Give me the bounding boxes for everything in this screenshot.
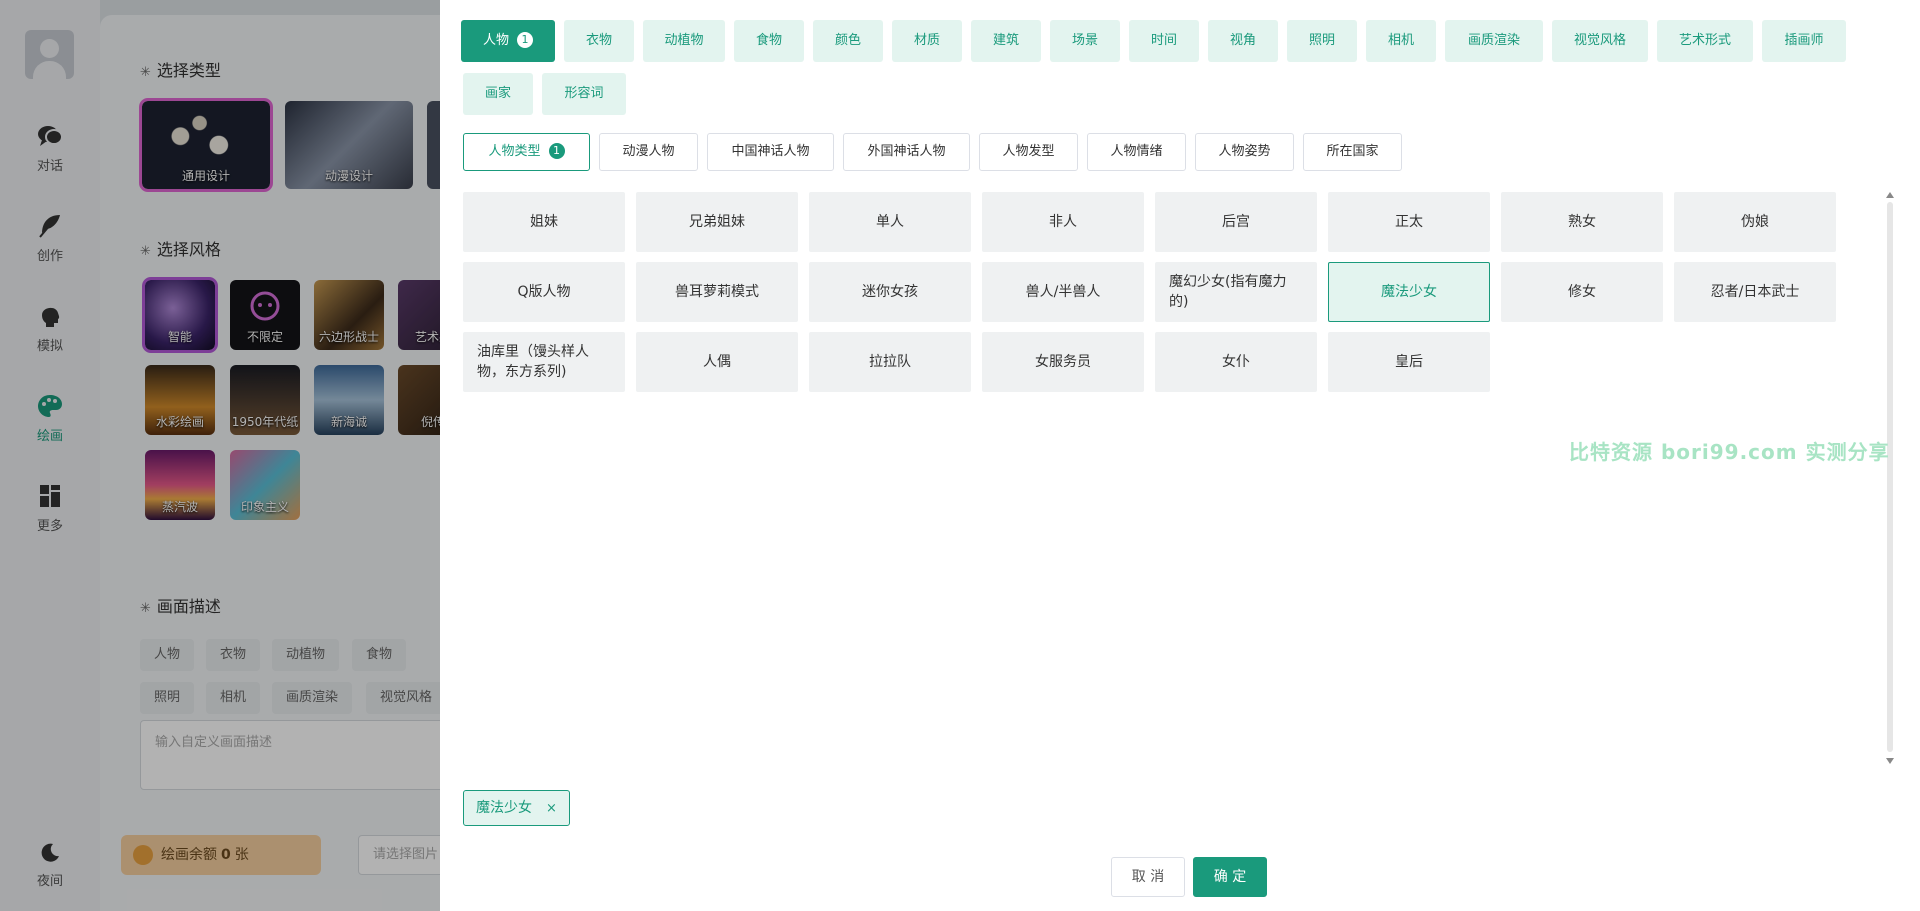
option-item[interactable]: 后宫 bbox=[1155, 192, 1317, 252]
option-item[interactable]: 女服务员 bbox=[982, 332, 1144, 392]
scroll-up-arrow-icon[interactable] bbox=[1886, 192, 1894, 198]
option-item[interactable]: 修女 bbox=[1501, 262, 1663, 322]
option-item[interactable]: 熟女 bbox=[1501, 192, 1663, 252]
category-tab[interactable]: 视觉风格 bbox=[1552, 20, 1648, 62]
scrollbar[interactable] bbox=[1886, 192, 1894, 764]
category-tab[interactable]: 视角 bbox=[1208, 20, 1278, 62]
option-item[interactable]: 魔幻少女(指有魔力的) bbox=[1155, 262, 1317, 322]
category-tab[interactable]: 照明 bbox=[1287, 20, 1357, 62]
option-item[interactable]: 正太 bbox=[1328, 192, 1490, 252]
subcategory-tab[interactable]: 人物情绪 bbox=[1087, 133, 1186, 171]
count-badge: 1 bbox=[517, 32, 533, 48]
subcategory-tab[interactable]: 外国神话人物 bbox=[843, 133, 970, 171]
option-item[interactable]: 单人 bbox=[809, 192, 971, 252]
option-item[interactable]: 人偶 bbox=[636, 332, 798, 392]
confirm-button[interactable]: 确 定 bbox=[1193, 857, 1267, 897]
option-item[interactable]: 姐妹 bbox=[463, 192, 625, 252]
option-item[interactable]: 伪娘 bbox=[1674, 192, 1836, 252]
category-tab[interactable]: 插画师 bbox=[1762, 20, 1846, 62]
selected-tag-label: 魔法少女 bbox=[476, 800, 532, 816]
option-item-selected[interactable]: 魔法少女 bbox=[1328, 262, 1490, 322]
watermark: 比特资源 bori99.com 实测分享 bbox=[1569, 440, 1890, 464]
option-item[interactable]: 拉拉队 bbox=[809, 332, 971, 392]
option-item[interactable]: 忍者/日本武士 bbox=[1674, 262, 1836, 322]
subcategory-tab[interactable]: 人物发型 bbox=[979, 133, 1078, 171]
option-item[interactable]: 皇后 bbox=[1328, 332, 1490, 392]
category-tab[interactable]: 画质渲染 bbox=[1445, 20, 1543, 62]
category-tab[interactable]: 形容词 bbox=[542, 73, 626, 115]
option-item[interactable]: 迷你女孩 bbox=[809, 262, 971, 322]
category-tab[interactable]: 衣物 bbox=[564, 20, 634, 62]
subcategory-tab[interactable]: 人物类型 1 bbox=[463, 133, 590, 171]
category-tab[interactable]: 时间 bbox=[1129, 20, 1199, 62]
option-item[interactable]: 女仆 bbox=[1155, 332, 1317, 392]
cancel-button[interactable]: 取 消 bbox=[1111, 857, 1185, 897]
option-item[interactable]: 非人 bbox=[982, 192, 1144, 252]
category-tab[interactable]: 材质 bbox=[892, 20, 962, 62]
category-tab[interactable]: 画家 bbox=[463, 73, 533, 115]
category-tab[interactable]: 颜色 bbox=[813, 20, 883, 62]
prompt-picker-panel: 人物 1 衣物 动植物 食物 颜色 材质 建筑 场景 时间 视角 照明 相机 画质… bbox=[440, 0, 1920, 911]
scroll-down-arrow-icon[interactable] bbox=[1886, 758, 1894, 764]
category-tab[interactable]: 相机 bbox=[1366, 20, 1436, 62]
option-item[interactable]: 油库里（馒头样人物，东方系列) bbox=[463, 332, 625, 392]
category-tab[interactable]: 食物 bbox=[734, 20, 804, 62]
category-tab[interactable]: 动植物 bbox=[643, 20, 725, 62]
subcategory-tab[interactable]: 动漫人物 bbox=[599, 133, 698, 171]
option-item[interactable]: 兄弟姐妹 bbox=[636, 192, 798, 252]
scrollbar-thumb[interactable] bbox=[1887, 202, 1893, 752]
category-tab[interactable]: 场景 bbox=[1050, 20, 1120, 62]
count-badge: 1 bbox=[548, 143, 565, 159]
option-item[interactable]: 兽人/半兽人 bbox=[982, 262, 1144, 322]
option-item[interactable]: 兽耳萝莉模式 bbox=[636, 262, 798, 322]
category-tab[interactable]: 建筑 bbox=[971, 20, 1041, 62]
category-tab[interactable]: 艺术形式 bbox=[1657, 20, 1753, 62]
category-tab[interactable]: 人物 1 bbox=[461, 20, 555, 62]
close-icon[interactable]: × bbox=[546, 801, 557, 816]
selected-tag[interactable]: 魔法少女 × bbox=[463, 790, 570, 826]
subcategory-tab[interactable]: 中国神话人物 bbox=[707, 133, 834, 171]
option-item[interactable]: Q版人物 bbox=[463, 262, 625, 322]
subcategory-tab[interactable]: 人物姿势 bbox=[1195, 133, 1294, 171]
modal-backdrop[interactable] bbox=[0, 0, 440, 911]
subcategory-tab[interactable]: 所在国家 bbox=[1303, 133, 1402, 171]
